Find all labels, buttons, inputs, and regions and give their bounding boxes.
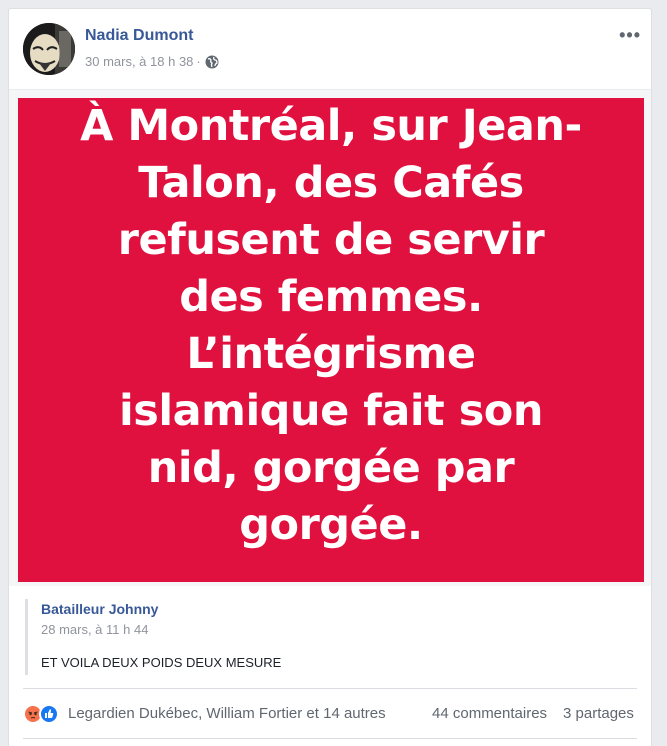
reaction-icons[interactable] [23, 704, 59, 724]
post-meta: 30 mars, à 18 h 38 · [85, 54, 219, 69]
post-footer: Legardien Dukébec, William Fortier et 14… [23, 701, 639, 729]
author-avatar[interactable] [23, 23, 75, 75]
image-text: À Montréal, sur Jean-Talon, des Cafés re… [80, 101, 582, 550]
shares-count[interactable]: 3 partages [563, 705, 634, 722]
shared-text: ET VOILA DEUX POIDS DEUX MESURE [41, 655, 282, 670]
footer-divider [23, 688, 637, 689]
meta-separator: · [196, 54, 201, 69]
like-reaction-icon[interactable] [39, 704, 59, 724]
avatar-mask-image [23, 23, 75, 75]
globe-icon[interactable] [205, 55, 219, 69]
shared-timestamp[interactable]: 28 mars, à 11 h 44 [41, 622, 148, 637]
post-card: Nadia Dumont 30 mars, à 18 h 38 · ••• À … [8, 8, 652, 746]
comments-count[interactable]: 44 commentaires [432, 705, 547, 722]
actions-divider [23, 738, 637, 739]
shared-author-name[interactable]: Batailleur Johnny [41, 601, 158, 617]
post-header: Nadia Dumont 30 mars, à 18 h 38 · ••• [23, 23, 641, 75]
shared-post: Batailleur Johnny 28 mars, à 11 h 44 ET … [25, 599, 625, 675]
post-image[interactable]: À Montréal, sur Jean-Talon, des Cafés re… [9, 89, 651, 586]
author-name[interactable]: Nadia Dumont [85, 27, 193, 45]
more-options-icon[interactable]: ••• [619, 25, 641, 46]
image-red-panel: À Montréal, sur Jean-Talon, des Cafés re… [18, 98, 644, 582]
reaction-names[interactable]: Legardien Dukébec, William Fortier et 14… [68, 705, 386, 722]
post-timestamp[interactable]: 30 mars, à 18 h 38 [85, 54, 193, 69]
